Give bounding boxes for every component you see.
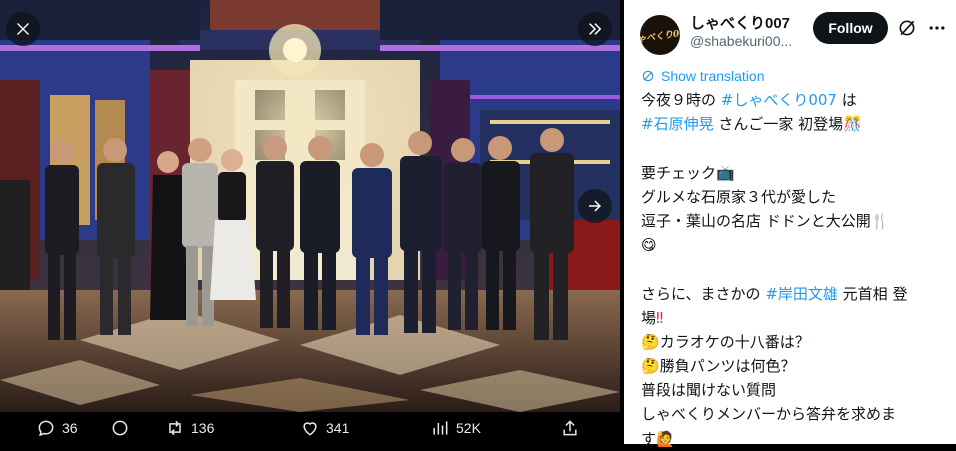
close-button[interactable] bbox=[6, 12, 40, 46]
text-l1a: 今夜９時の bbox=[641, 91, 721, 109]
thinking-emoji-icon: 🤔 bbox=[641, 332, 660, 351]
heart-icon bbox=[303, 422, 317, 436]
views-icon bbox=[433, 421, 448, 435]
text-l10: 勝負パンツは何色？ bbox=[659, 357, 796, 376]
tweet-photo[interactable] bbox=[0, 0, 620, 412]
text-l7b: 元首相 登 bbox=[837, 284, 908, 303]
repost-icon bbox=[169, 420, 181, 436]
double-exclamation-emoji-icon: ‼ bbox=[656, 308, 664, 327]
tweet-text: 今夜９時の #しゃべくり007 は #石原伸晃 さんご一家 初登場🎊 要チェック… bbox=[641, 88, 953, 451]
text-l2b: さんご一家 初登場 bbox=[713, 115, 844, 134]
text-l3: 要チェック bbox=[641, 163, 717, 182]
hashtag-shabekuri[interactable]: #しゃべくり007 bbox=[721, 91, 837, 109]
like-button[interactable]: 341 bbox=[300, 412, 349, 444]
reply-count: 36 bbox=[62, 420, 78, 436]
handle[interactable]: @shabekuri00... bbox=[690, 33, 806, 49]
grok-slash-icon[interactable] bbox=[897, 18, 917, 38]
text-l11: 普段は聞けない質問 bbox=[641, 381, 777, 400]
views-button[interactable]: 52K bbox=[430, 412, 481, 444]
media-viewer: 36 136 341 52K bbox=[0, 0, 624, 444]
text-l9: カラオケの十八番は？ bbox=[659, 332, 810, 351]
avatar[interactable]: しゃべくり007 bbox=[640, 15, 680, 55]
text-l13: す bbox=[641, 429, 657, 448]
grok-button[interactable] bbox=[110, 412, 136, 444]
reply-button[interactable]: 36 bbox=[36, 412, 78, 444]
next-image-button[interactable] bbox=[578, 189, 612, 223]
yum-emoji-icon: 😋 bbox=[641, 236, 657, 255]
close-icon bbox=[17, 23, 29, 35]
repost-count: 136 bbox=[191, 420, 215, 436]
like-count: 341 bbox=[326, 420, 350, 436]
follow-button[interactable]: Follow bbox=[813, 12, 888, 44]
raising-hand-emoji-icon: 🙋 bbox=[656, 429, 675, 448]
text-l4: グルメな石原家３代が愛した bbox=[641, 187, 837, 206]
hashtag-kishida[interactable]: #岸田文雄 bbox=[765, 285, 838, 303]
views-count: 52K bbox=[456, 420, 481, 436]
avatar-logo: しゃべくり007 bbox=[640, 27, 680, 46]
show-translation-label: Show translation bbox=[661, 68, 765, 84]
thinking-emoji-icon: 🤔 bbox=[641, 357, 660, 376]
show-translation-link[interactable]: Show translation bbox=[641, 68, 765, 84]
double-chevron-right-icon bbox=[589, 23, 602, 35]
hashtag-ishihara[interactable]: #石原伸晃 bbox=[641, 115, 714, 133]
grok-icon bbox=[112, 420, 128, 436]
share-icon bbox=[563, 420, 577, 436]
text-l7a: さらに、まさかの bbox=[641, 284, 766, 303]
text-l12: しゃべくりメンバーから答弁を求めま bbox=[641, 405, 897, 424]
reply-icon bbox=[38, 420, 54, 437]
tv-emoji-icon: 📺 bbox=[716, 163, 735, 182]
share-button[interactable] bbox=[560, 412, 586, 444]
translate-icon bbox=[642, 70, 654, 82]
expand-panel-button[interactable] bbox=[578, 12, 612, 46]
fork-knife-emoji-icon: 🍴 bbox=[870, 211, 890, 230]
text-l8: 場 bbox=[641, 308, 657, 327]
text-l1b: は bbox=[836, 91, 857, 109]
confetti-emoji-icon: 🎊 bbox=[843, 115, 862, 134]
arrow-right-icon bbox=[589, 200, 601, 212]
display-name[interactable]: しゃべくり007 bbox=[690, 12, 790, 33]
repost-button[interactable]: 136 bbox=[165, 412, 214, 444]
more-options-icon[interactable] bbox=[926, 18, 948, 38]
text-l5: 逗子・葉山の名店 ドドンと大公開 bbox=[641, 211, 871, 230]
